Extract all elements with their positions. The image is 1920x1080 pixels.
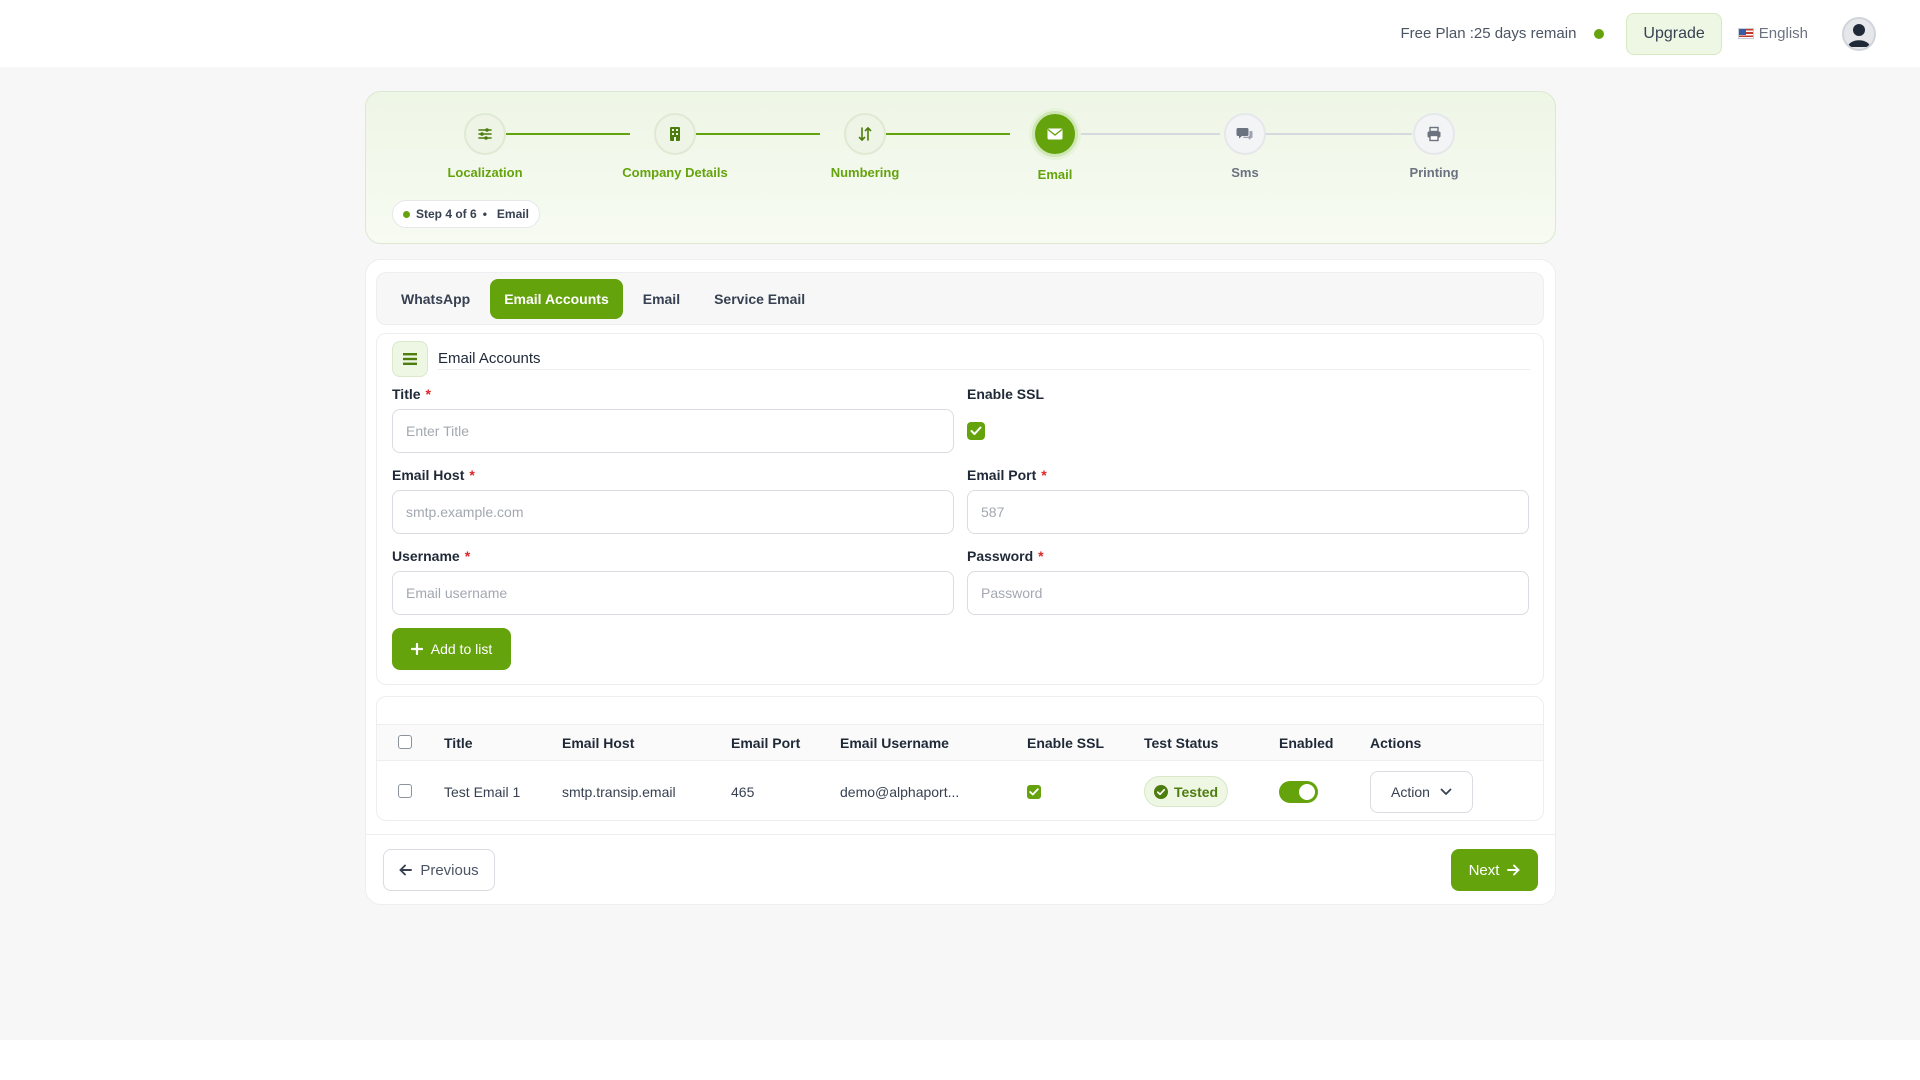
section-icon bbox=[392, 341, 428, 377]
step-label: Email bbox=[1037, 167, 1073, 182]
column-header-enable-ssl: Enable SSL bbox=[1027, 735, 1105, 751]
badge-separator: • bbox=[482, 207, 487, 221]
email-port-input[interactable] bbox=[967, 490, 1529, 534]
top-bar: Free Plan :25 days remain Upgrade Englis… bbox=[0, 0, 1920, 67]
step-sms[interactable]: Sms bbox=[1150, 113, 1340, 180]
step-name: Email bbox=[496, 207, 529, 221]
password-input[interactable] bbox=[967, 571, 1529, 615]
us-flag-icon bbox=[1737, 28, 1754, 39]
tab-email-accounts[interactable]: Email Accounts bbox=[490, 278, 623, 319]
divider bbox=[366, 834, 1555, 835]
step-email[interactable]: Email bbox=[960, 111, 1150, 182]
building-icon bbox=[670, 127, 680, 141]
arrow-right-icon bbox=[1507, 864, 1520, 876]
column-header-enabled: Enabled bbox=[1279, 735, 1334, 751]
language-label: English bbox=[1758, 25, 1808, 42]
tab-service-email[interactable]: Service Email bbox=[700, 279, 819, 319]
step-counter: Step 4 of 6 bbox=[416, 207, 477, 221]
step-label: Company Details bbox=[622, 165, 728, 180]
printer-icon bbox=[1427, 126, 1441, 142]
arrow-left-icon bbox=[399, 864, 413, 876]
select-all-checkbox[interactable] bbox=[398, 735, 412, 749]
avatar[interactable] bbox=[1842, 16, 1876, 51]
password-label: Password * bbox=[967, 548, 1044, 564]
step-label: Numbering bbox=[830, 165, 900, 180]
enable-ssl-checkbox[interactable] bbox=[967, 422, 985, 440]
column-header-actions: Actions bbox=[1370, 735, 1422, 751]
divider bbox=[438, 369, 1530, 370]
divider bbox=[377, 760, 1543, 761]
chevron-down-icon bbox=[1440, 788, 1452, 795]
step-progress-badge: Step 4 of 6 • Email bbox=[392, 200, 540, 228]
section-title: Email Accounts bbox=[438, 350, 541, 367]
next-button[interactable]: Next bbox=[1451, 849, 1538, 891]
action-label: Action bbox=[1391, 784, 1430, 800]
row-email-host: smtp.transip.email bbox=[562, 784, 676, 800]
required-mark: * bbox=[1041, 467, 1047, 483]
required-mark: * bbox=[1038, 548, 1044, 564]
sort-numeric-icon bbox=[858, 127, 872, 141]
tab-bar: WhatsApp Email Accounts Email Service Em… bbox=[376, 272, 1544, 325]
upgrade-button[interactable]: Upgrade bbox=[1626, 12, 1722, 55]
add-to-list-label: Add to list bbox=[430, 641, 493, 657]
check-icon bbox=[1029, 788, 1039, 796]
username-input[interactable] bbox=[392, 571, 954, 615]
step-numbering[interactable]: Numbering bbox=[770, 113, 960, 180]
row-email-username: demo@alphaport... bbox=[840, 784, 960, 800]
email-port-label: Email Port * bbox=[967, 467, 1047, 483]
chat-bubbles-icon bbox=[1236, 128, 1253, 140]
column-header-test-status: Test Status bbox=[1144, 735, 1219, 751]
required-mark: * bbox=[469, 467, 475, 483]
language-selector[interactable]: English bbox=[1737, 25, 1808, 42]
status-dot bbox=[403, 210, 410, 218]
step-printing[interactable]: Printing bbox=[1339, 113, 1529, 180]
toggle-knob bbox=[1299, 784, 1315, 800]
column-header-email-username: Email Username bbox=[840, 735, 949, 751]
tab-email[interactable]: Email bbox=[629, 279, 694, 319]
step-label: Localization bbox=[447, 165, 523, 180]
step-localization[interactable]: Localization bbox=[390, 113, 580, 180]
status-badge: Tested bbox=[1144, 776, 1229, 807]
status-label: Tested bbox=[1174, 783, 1219, 800]
tab-whatsapp[interactable]: WhatsApp bbox=[387, 279, 484, 319]
row-title: Test Email 1 bbox=[444, 784, 521, 800]
user-icon bbox=[1848, 23, 1870, 47]
title-label: Title * bbox=[392, 386, 431, 402]
column-header-email-port: Email Port bbox=[731, 735, 801, 751]
check-icon bbox=[970, 426, 982, 435]
previous-label: Previous bbox=[420, 861, 479, 879]
username-label: Username * bbox=[392, 548, 471, 564]
row-checkbox[interactable] bbox=[398, 784, 412, 798]
step-company-details[interactable]: Company Details bbox=[580, 113, 770, 180]
enable-ssl-label: Enable SSL bbox=[967, 386, 1045, 402]
list-icon bbox=[403, 353, 417, 365]
email-host-input[interactable] bbox=[392, 490, 954, 534]
envelope-icon bbox=[1047, 128, 1063, 140]
next-label: Next bbox=[1468, 861, 1500, 879]
email-host-label: Email Host * bbox=[392, 467, 475, 483]
enabled-toggle[interactable] bbox=[1279, 781, 1318, 803]
sliders-icon bbox=[478, 128, 492, 140]
previous-button[interactable]: Previous bbox=[383, 849, 495, 891]
add-to-list-button[interactable]: Add to list bbox=[392, 628, 511, 670]
row-action-dropdown[interactable]: Action bbox=[1370, 771, 1473, 813]
table-header bbox=[377, 725, 1543, 760]
column-header-email-host: Email Host bbox=[562, 735, 635, 751]
step-label: Printing bbox=[1409, 165, 1459, 180]
plan-status-text: Free Plan :25 days remain bbox=[1400, 25, 1577, 42]
column-header-title: Title bbox=[444, 735, 473, 751]
plan-status-dot bbox=[1594, 28, 1605, 39]
title-input[interactable] bbox=[392, 409, 954, 453]
row-ssl-checkbox[interactable] bbox=[1027, 785, 1041, 799]
plus-icon bbox=[410, 643, 423, 655]
check-circle-icon bbox=[1154, 784, 1168, 799]
row-email-port: 465 bbox=[731, 784, 755, 800]
required-mark: * bbox=[425, 386, 431, 402]
required-mark: * bbox=[464, 548, 471, 564]
step-label: Sms bbox=[1231, 165, 1259, 180]
